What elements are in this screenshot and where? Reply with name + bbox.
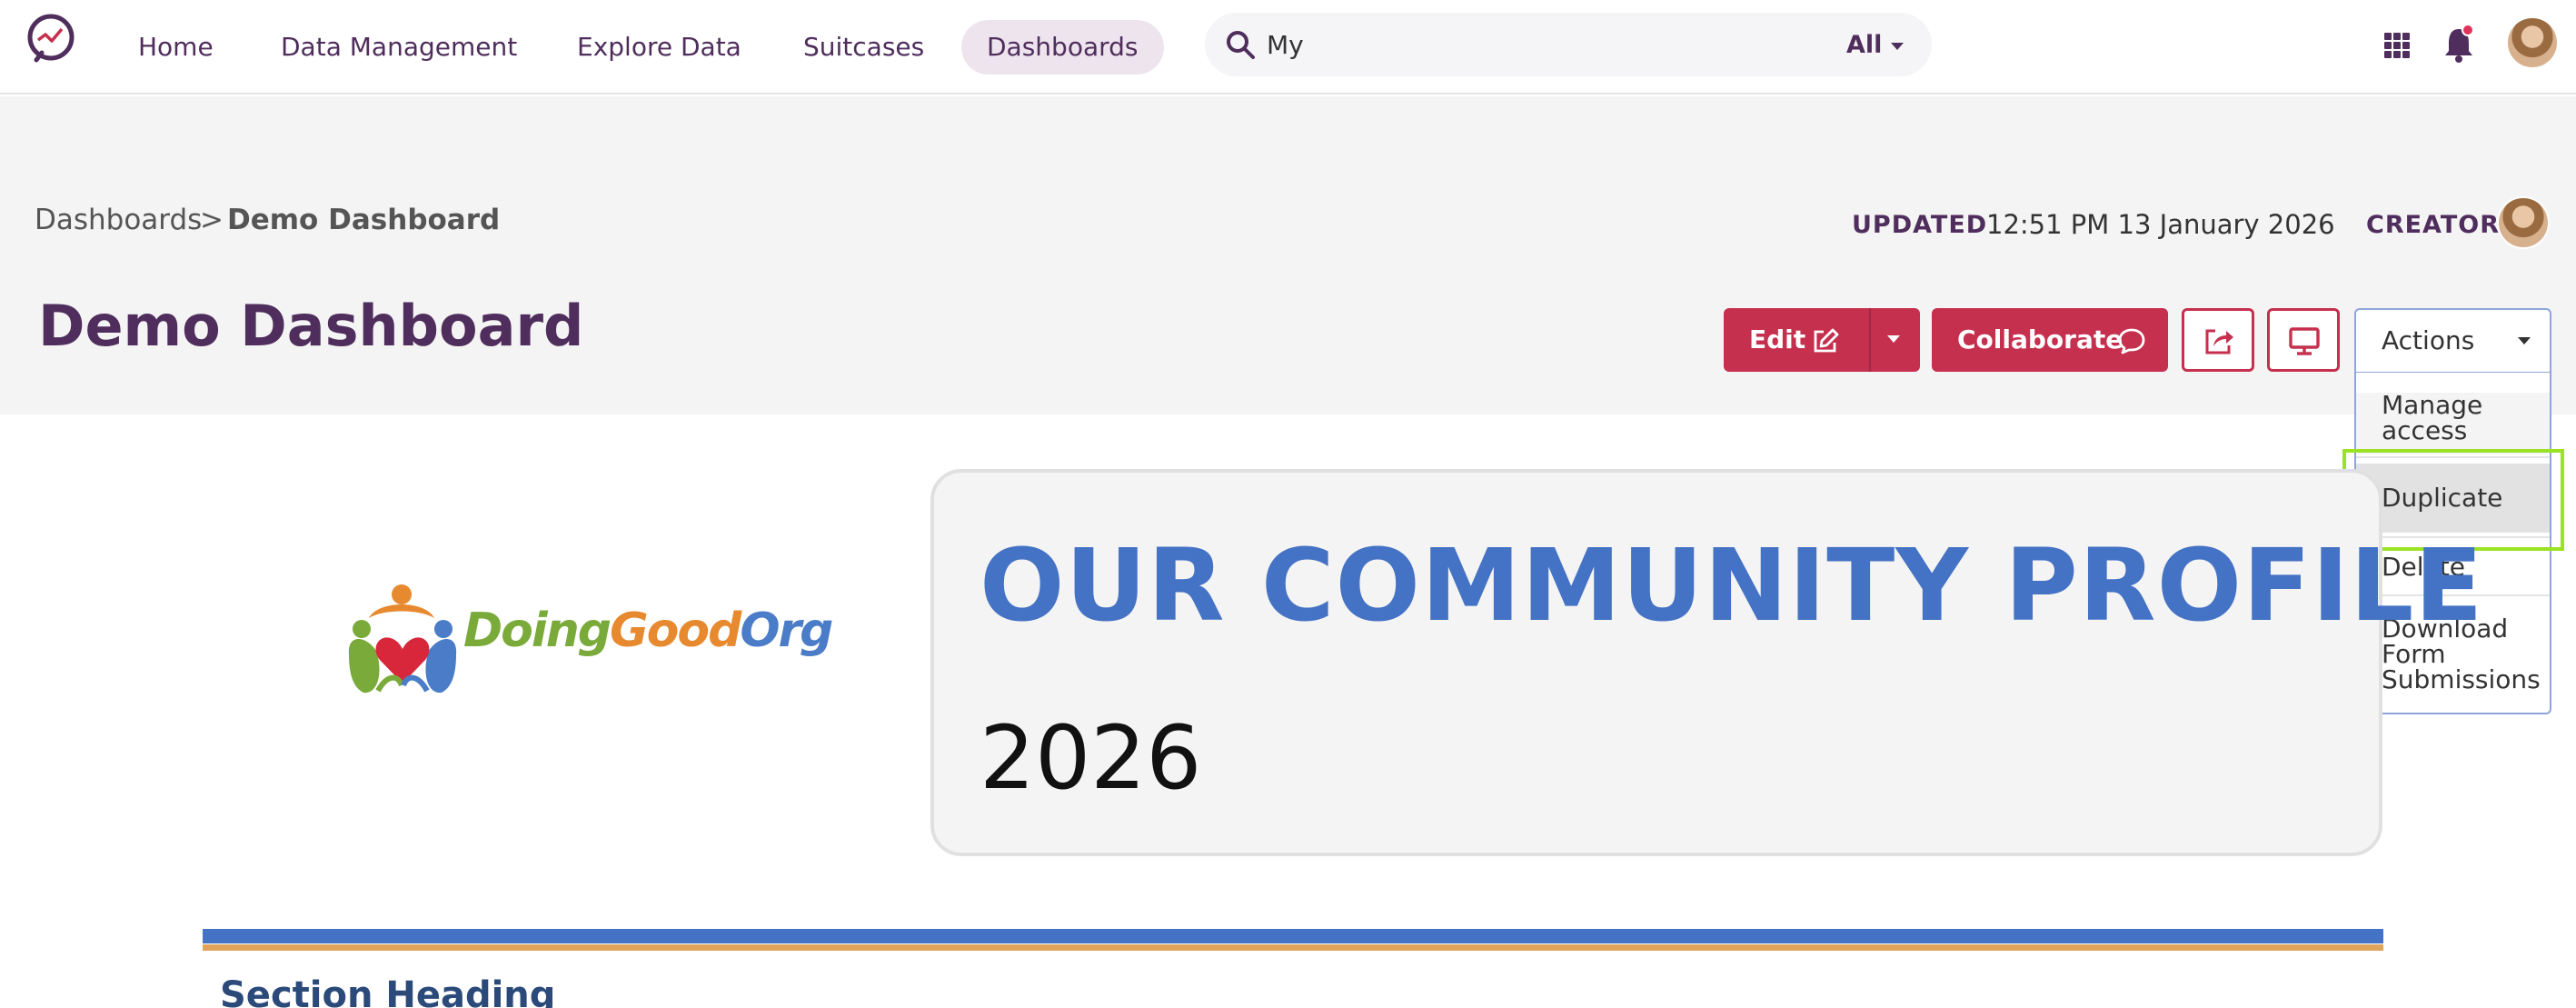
edit-button-label: Edit	[1749, 324, 1806, 354]
nav-suitcases[interactable]: Suitcases	[778, 20, 950, 75]
search-icon[interactable]	[1225, 29, 1256, 60]
bell-icon[interactable]	[2442, 24, 2475, 64]
actions-dropdown-label: Actions	[2382, 325, 2475, 355]
search-scope-dropdown[interactable]: All	[1846, 27, 1905, 64]
nav-home[interactable]: Home	[113, 20, 239, 75]
edit-icon	[1814, 328, 1839, 353]
edit-button[interactable]: Edit	[1724, 308, 1920, 372]
monitor-icon	[2289, 327, 2320, 355]
updated-label: UPDATED	[1852, 211, 1988, 239]
comment-icon	[2118, 328, 2145, 354]
chevron-down-icon	[2518, 337, 2531, 344]
updated-timestamp: 12:51 PM 13 January 2026	[1986, 209, 2335, 240]
section-heading: Section Heading	[220, 974, 556, 1008]
actions-dropdown[interactable]: Actions	[2354, 308, 2551, 374]
share-icon	[2205, 329, 2233, 354]
section-divider-blue	[203, 929, 2383, 943]
menu-item-manage-access[interactable]: Manage access	[2356, 393, 2550, 454]
app-logo-icon[interactable]	[25, 13, 76, 67]
chevron-down-icon	[1891, 42, 1905, 50]
breadcrumb-current: Demo Dashboard	[227, 204, 501, 236]
grid-icon[interactable]	[2384, 33, 2410, 58]
creator-label: CREATOR	[2366, 211, 2501, 239]
user-avatar[interactable]	[2506, 16, 2559, 69]
nav-data-management[interactable]: Data Management	[255, 20, 542, 75]
breadcrumb-separator: >	[200, 204, 224, 236]
collaborate-button[interactable]: Collaborate	[1932, 308, 2168, 372]
creator-avatar[interactable]	[2497, 196, 2550, 249]
search-input[interactable]	[1267, 25, 1739, 64]
profile-year: 2026	[980, 707, 1202, 809]
breadcrumb-dashboards-link[interactable]: Dashboards	[35, 204, 202, 236]
collaborate-button-label: Collaborate	[1957, 324, 2123, 354]
search-bar: All	[1205, 13, 1932, 76]
org-name-text: DoingGoodOrg	[463, 604, 833, 658]
search-scope-label: All	[1846, 31, 1883, 59]
present-button[interactable]	[2267, 308, 2340, 372]
top-navigation-bar: Home Data Management Explore Data Suitca…	[0, 0, 2576, 95]
nav-dashboards[interactable]: Dashboards	[961, 20, 1164, 75]
page-title: Demo Dashboard	[38, 293, 584, 359]
nav-explore-data[interactable]: Explore Data	[552, 20, 767, 75]
profile-title: OUR COMMUNITY PROFILE	[980, 527, 2484, 644]
edit-dropdown-chevron-icon[interactable]	[1887, 335, 1900, 343]
share-button[interactable]	[2182, 308, 2254, 372]
section-divider-orange	[203, 944, 2383, 951]
community-profile-card: OUR COMMUNITY PROFILE 2026	[930, 469, 2482, 856]
